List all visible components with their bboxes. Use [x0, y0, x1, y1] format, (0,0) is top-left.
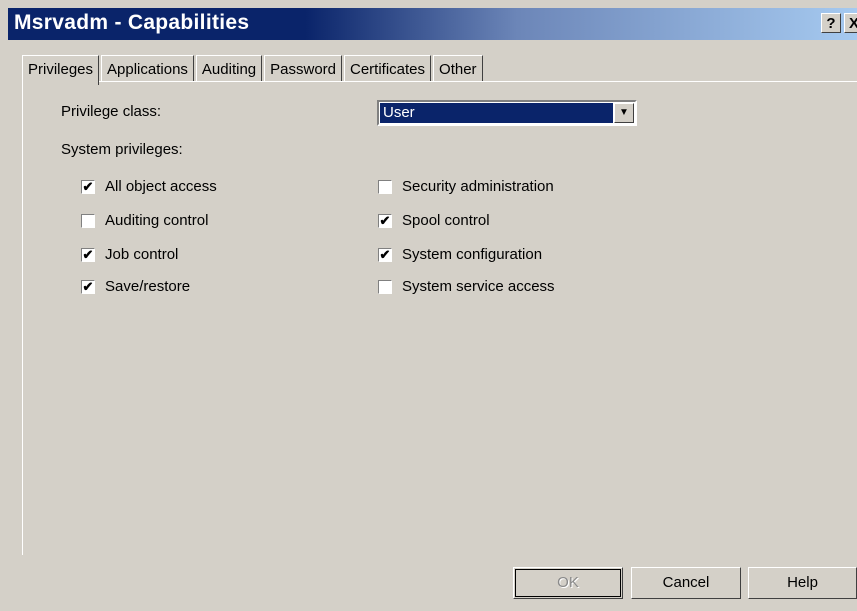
checkbox-label: Save/restore: [105, 278, 191, 295]
checkbox-box[interactable]: ✔: [81, 180, 95, 194]
system-privileges-label: System privileges:: [61, 141, 183, 158]
chevron-down-icon[interactable]: ▼: [614, 103, 634, 123]
help-icon[interactable]: ?: [821, 13, 841, 33]
tab-auditing[interactable]: Auditing: [195, 55, 263, 82]
tab-strip: Privileges Applications Auditing Password Ce…: [22, 52, 485, 85]
privilege-class-select[interactable]: User ▼: [377, 100, 637, 126]
checkbox-box[interactable]: ✔: [81, 280, 95, 294]
window-title: Msrvadm - Capabilities: [14, 11, 250, 34]
tab-applications[interactable]: Applications: [101, 55, 194, 82]
tab-password[interactable]: Password: [264, 55, 342, 82]
tab-privileges[interactable]: Privileges: [22, 55, 100, 85]
privilege-class-label: Privilege class:: [61, 103, 162, 120]
ok-button[interactable]: OK: [513, 567, 623, 599]
help-button[interactable]: Help: [748, 567, 857, 599]
cancel-button[interactable]: Cancel: [631, 567, 741, 599]
checkbox-box[interactable]: ✔: [378, 248, 392, 262]
checkbox-box[interactable]: [378, 280, 392, 294]
checkbox-label: Job control: [105, 246, 179, 263]
tab-other[interactable]: Other: [433, 55, 483, 82]
tab-certificates[interactable]: Certificates: [344, 55, 432, 82]
checkbox-box[interactable]: ✔: [81, 248, 95, 262]
checkbox-label: System configuration: [402, 246, 543, 263]
checkbox-box[interactable]: [378, 180, 392, 194]
checkbox-box[interactable]: ✔: [378, 214, 392, 228]
title-bar: Msrvadm - Capabilities ? X: [8, 8, 857, 40]
close-icon[interactable]: X: [844, 13, 857, 33]
checkbox-box[interactable]: [81, 214, 95, 228]
privilege-class-value: User: [380, 103, 613, 123]
checkbox-label: System service access: [402, 278, 555, 295]
checkbox-label: Security administration: [402, 178, 554, 195]
checkbox-label: Spool control: [402, 212, 490, 229]
checkbox-label: All object access: [105, 178, 217, 195]
checkbox-label: Auditing control: [105, 212, 209, 229]
